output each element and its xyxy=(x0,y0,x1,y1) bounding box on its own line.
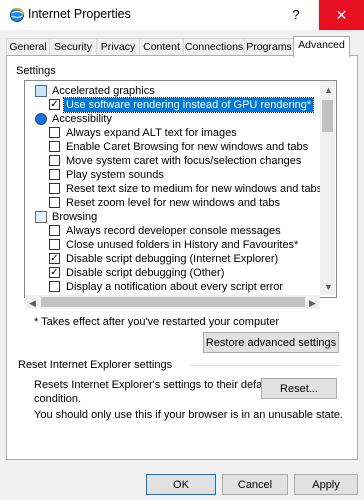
tab-advanced[interactable]: Advanced xyxy=(293,36,350,57)
checkbox-unchecked[interactable] xyxy=(49,239,60,250)
group-label: Accessibility xyxy=(52,113,112,125)
option-label: Close unused folders in History and Favo… xyxy=(66,239,299,251)
close-button[interactable]: ✕ xyxy=(319,0,364,30)
option-label: Always expand ALT text for images xyxy=(66,127,237,139)
restore-advanced-button[interactable]: Restore advanced settings xyxy=(203,332,339,353)
help-button[interactable]: ? xyxy=(273,0,319,30)
monitor-icon xyxy=(35,85,47,97)
option-label: Enable Caret Browsing for new windows an… xyxy=(66,141,309,153)
checkbox-checked[interactable]: ✓ xyxy=(49,99,60,110)
checkbox-checked[interactable]: ✓ xyxy=(49,267,60,278)
checkbox-unchecked[interactable] xyxy=(49,155,60,166)
option-label: Move system caret with focus/selection c… xyxy=(66,155,302,167)
settings-tree[interactable]: Accelerated graphics ✓ Use software rend… xyxy=(24,80,337,298)
checkbox-unchecked[interactable] xyxy=(49,197,60,208)
vertical-scroll-thumb[interactable] xyxy=(322,100,333,132)
option-label: Disable script debugging (Other) xyxy=(66,267,225,279)
apply-button[interactable]: Apply xyxy=(294,474,358,495)
scroll-down-icon[interactable]: ▼ xyxy=(324,282,333,292)
checkbox-unchecked[interactable] xyxy=(49,183,60,194)
scroll-left-icon[interactable]: ◀ xyxy=(29,298,36,309)
browsing-icon xyxy=(35,211,47,223)
globe-icon xyxy=(10,7,24,22)
window-title: Internet Properties xyxy=(28,7,131,21)
checkbox-checked[interactable]: ✓ xyxy=(49,253,60,264)
scroll-right-icon[interactable]: ▶ xyxy=(309,298,316,309)
checkbox-unchecked[interactable] xyxy=(49,141,60,152)
cancel-button[interactable]: Cancel xyxy=(222,474,288,495)
option-label: Always record developer console messages xyxy=(66,225,281,237)
option-label: Display a notification about every scrip… xyxy=(66,281,284,293)
tab-privacy[interactable]: Privacy xyxy=(96,38,140,56)
tab-general[interactable]: General xyxy=(6,38,50,56)
tab-connections[interactable]: Connections xyxy=(183,38,245,56)
ok-button[interactable]: OK xyxy=(146,474,216,495)
footnote: * Takes effect after you've restarted yo… xyxy=(34,316,280,328)
tab-programs[interactable]: Programs xyxy=(244,38,294,56)
option-label: Disable script debugging (Internet Explo… xyxy=(66,253,279,265)
option-label: Reset zoom level for new windows and tab… xyxy=(66,197,280,209)
reset-warning: You should only use this if your browser… xyxy=(34,409,343,421)
reset-heading: Reset Internet Explorer settings xyxy=(18,359,173,371)
option-label: Use software rendering instead of GPU re… xyxy=(62,97,315,113)
settings-label: Settings xyxy=(16,65,56,77)
reset-button[interactable]: Reset... xyxy=(261,378,337,399)
accessibility-icon xyxy=(35,113,47,125)
checkbox-unchecked[interactable] xyxy=(49,281,60,292)
checkbox-unchecked[interactable] xyxy=(49,225,60,236)
group-label: Browsing xyxy=(52,211,98,223)
horizontal-scroll-thumb[interactable] xyxy=(41,297,305,307)
reset-description-line2: condition. xyxy=(34,393,82,405)
option-label: Play system sounds xyxy=(66,169,164,181)
checkbox-unchecked[interactable] xyxy=(49,169,60,180)
tab-security[interactable]: Security xyxy=(49,38,97,56)
checkbox-unchecked[interactable] xyxy=(49,127,60,138)
option-label: Reset text size to medium for new window… xyxy=(66,183,323,195)
title-bar: Internet Properties ? ✕ xyxy=(0,0,364,30)
group-label: Accelerated graphics xyxy=(52,85,155,97)
reset-description-line1: Resets Internet Explorer's settings to t… xyxy=(34,379,274,391)
tab-content[interactable]: Content xyxy=(139,38,184,56)
reset-separator xyxy=(190,365,340,366)
scroll-up-icon[interactable]: ▲ xyxy=(324,85,333,95)
